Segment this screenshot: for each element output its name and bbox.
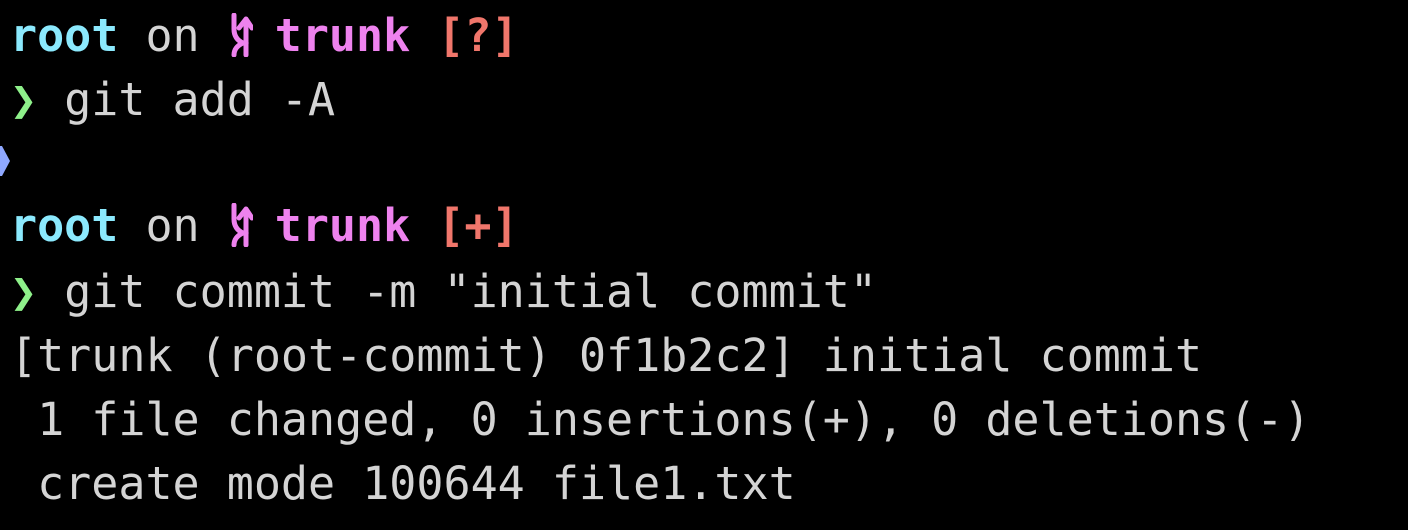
prompt-marker-icon	[0, 146, 10, 176]
prompt-status: [+]	[437, 199, 519, 252]
prompt-line: root on trunk [?]	[10, 6, 519, 66]
prompt-branch: trunk	[274, 199, 411, 252]
prompt-line: root on trunk [+]	[10, 196, 519, 256]
output-line: [trunk (root-commit) 0f1b2c2] initial co…	[10, 329, 1203, 382]
prompt-chevron-icon: ❯	[10, 265, 38, 318]
output-line: 1 file changed, 0 insertions(+), 0 delet…	[10, 393, 1311, 446]
command-text: git add -A	[64, 73, 336, 126]
git-branch-icon	[231, 203, 253, 247]
command-line: ❯ git commit -m "initial commit"	[10, 262, 877, 322]
prompt-status: [?]	[437, 9, 519, 62]
prompt-user: root	[10, 9, 119, 62]
prompt-chevron-icon: ❯	[10, 73, 38, 126]
prompt-on-label: on	[145, 199, 200, 252]
prompt-on-label: on	[145, 9, 200, 62]
command-text: git commit -m "initial commit"	[64, 265, 877, 318]
output-line: create mode 100644 file1.txt	[10, 457, 796, 510]
git-branch-icon	[231, 13, 253, 57]
prompt-branch: trunk	[274, 9, 411, 62]
command-line: ❯ git add -A	[10, 70, 335, 130]
prompt-user: root	[10, 199, 119, 252]
terminal-window[interactable]: root on trunk [?] ❯ git add -A root on t…	[0, 0, 1408, 530]
